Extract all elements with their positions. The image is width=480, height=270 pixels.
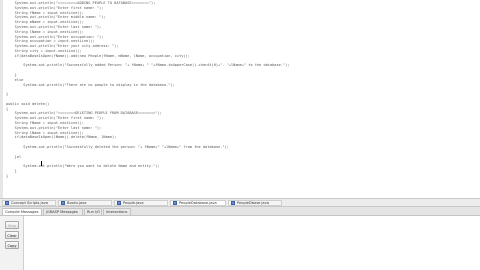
copy-button-label: Copy <box>7 244 17 248</box>
clear-button[interactable]: Clear <box>5 231 19 239</box>
tab-interactions[interactable]: Interactions <box>103 208 131 215</box>
file-tab-label: PeopleDbase.java <box>237 201 269 205</box>
code-line: }el <box>6 154 22 159</box>
tab-label: Run I/O <box>87 210 101 214</box>
java-file-icon <box>173 201 177 205</box>
tab-run-io[interactable]: Run I/O <box>84 208 102 215</box>
copy-button[interactable]: Copy <box>5 241 19 249</box>
panel-side-buttons: Stop Clear Copy <box>0 216 24 270</box>
file-tab-concept-scripts[interactable]: Concept Scripts.java <box>2 200 56 206</box>
file-tab-label: People.java <box>123 201 144 205</box>
stop-button-label: Stop <box>7 224 17 228</box>
file-tab-people-database[interactable]: PeopleDatabase.java <box>170 200 226 206</box>
editor-gutter <box>0 0 3 198</box>
clear-button-label: Clear <box>7 234 17 238</box>
messages-output-area[interactable] <box>24 216 480 270</box>
stop-button[interactable]: Stop <box>5 221 19 229</box>
java-file-icon <box>231 201 235 205</box>
messages-panel: Compile Messages jGRASP Messages Run I/O… <box>0 207 480 270</box>
tab-label: Compile Messages <box>5 210 39 214</box>
panel-tab-bar: Compile Messages jGRASP Messages Run I/O… <box>0 207 480 216</box>
java-file-icon <box>61 201 65 205</box>
file-tab-label: Concept Scripts.java <box>11 201 48 205</box>
file-tab-people[interactable]: People.java <box>114 200 168 206</box>
code-line: } <box>6 173 9 178</box>
file-tab-people-dbase[interactable]: PeopleDbase.java <box>228 200 282 206</box>
java-file-icon <box>5 201 9 205</box>
tab-label: jGRASP Messages <box>46 210 78 214</box>
text-caret <box>41 161 42 166</box>
java-file-icon <box>117 201 121 205</box>
file-tab-label: Books.java <box>67 201 87 205</box>
code-line: System.out.println("Successfully added P… <box>6 63 290 68</box>
code-line: } <box>6 92 9 97</box>
code-line: if(dataBaseIsOpen(fName)).add(new People… <box>6 53 190 58</box>
file-tab-books[interactable]: Books.java <box>58 200 112 206</box>
code-editor[interactable]: System.out.println("=========ADDING PEOP… <box>0 0 480 198</box>
file-tab-label: PeopleDatabase.java <box>179 201 217 205</box>
code-line: System.out.println("Were you want to del… <box>6 164 160 169</box>
tab-label: Interactions <box>106 210 128 214</box>
code-line: if(dataBaseIsOpen(lName)).delete(fName, … <box>6 135 117 140</box>
tab-compile-messages[interactable]: Compile Messages <box>2 208 42 215</box>
file-tab-bar: Concept Scripts.java Books.java People.j… <box>0 198 480 207</box>
code-line: System.out.println("Successfully deleted… <box>6 145 229 149</box>
tab-jgrasp-messages[interactable]: jGRASP Messages <box>43 208 83 215</box>
code-line: System.out.println("There are no people … <box>6 82 175 87</box>
code-line: public void delete() <box>6 101 50 106</box>
